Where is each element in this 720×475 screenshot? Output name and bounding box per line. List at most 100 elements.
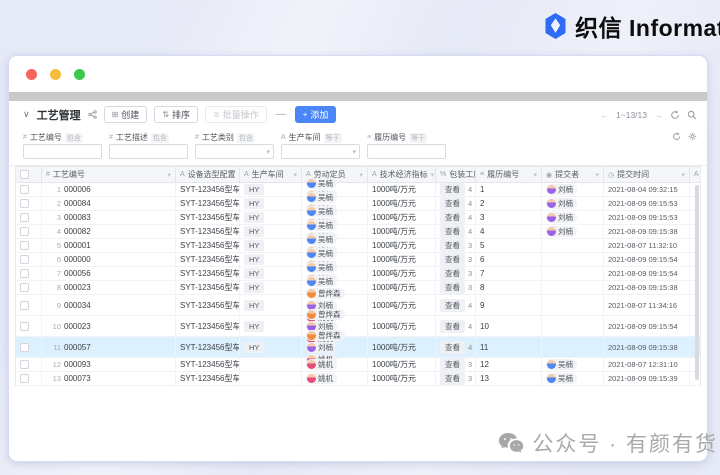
submitter-cell bbox=[542, 337, 604, 357]
column-header-技术经济指标[interactable]: A 技术经济指标 ▾ bbox=[368, 167, 436, 182]
table-row[interactable]: 11000057SYT-123456型车床HY曾烨森刘楠姚机1000吨/万元查看… bbox=[16, 329, 700, 365]
view-button[interactable]: 查看 bbox=[440, 267, 465, 280]
indicator-cell: 1000吨/万元 bbox=[368, 211, 436, 224]
table-row[interactable]: 1000006SYT-123456型车床HY吴楠姚机1000吨/万元查看41刘楠… bbox=[16, 178, 700, 201]
member-name: 吴楠 bbox=[318, 193, 333, 202]
column-header-label: 提交者 bbox=[555, 170, 580, 179]
column-header-提交者[interactable]: ◉ 提交者 ▾ bbox=[542, 167, 604, 182]
select-all-checkbox[interactable] bbox=[20, 170, 29, 179]
chevron-down-icon[interactable]: ▾ bbox=[431, 171, 435, 179]
chevron-down-icon[interactable]: ▾ bbox=[533, 171, 537, 179]
column-header-工艺编号[interactable]: # 工艺编号 ▾ bbox=[42, 167, 176, 182]
column-header-包装工序[interactable]: %包装工序▾ bbox=[436, 167, 476, 182]
view-count: 3 bbox=[468, 283, 473, 292]
view-button[interactable]: 查看 bbox=[440, 197, 465, 210]
view-button[interactable]: 查看 bbox=[440, 319, 465, 333]
table-row[interactable]: 13000073SYT-123456型车床姚机1000吨/万元查看313吴楠20… bbox=[16, 372, 700, 386]
submitter-cell bbox=[542, 267, 604, 280]
view-button[interactable]: 查看 bbox=[440, 298, 465, 312]
row-checkbox[interactable] bbox=[20, 300, 29, 310]
prev-page-arrow-icon[interactable]: ← bbox=[600, 110, 609, 120]
row-checkbox[interactable] bbox=[20, 321, 29, 331]
view-button[interactable]: 查看 bbox=[440, 183, 465, 196]
row-checkbox[interactable] bbox=[20, 185, 29, 194]
column-header-提交时间[interactable]: ◷ 提交时间 ▾ bbox=[604, 167, 690, 182]
view-button[interactable]: 查看 bbox=[440, 239, 465, 252]
row-checkbox[interactable] bbox=[20, 360, 29, 369]
view-button[interactable]: 查看 bbox=[440, 340, 465, 354]
minimize-window-button[interactable] bbox=[50, 68, 61, 80]
sort-arrows-icon: ⇅ bbox=[162, 110, 170, 119]
maximize-window-button[interactable] bbox=[74, 68, 85, 80]
submit-time-cell: 2021-08-09 09:15:39 bbox=[604, 372, 690, 385]
row-checkbox[interactable] bbox=[20, 255, 29, 264]
table-row[interactable]: 8000023SYT-123456型车床HY吴楠姚机1000吨/万元查看3820… bbox=[16, 276, 700, 299]
row-checkbox[interactable] bbox=[20, 283, 29, 292]
view-button[interactable]: 查看 bbox=[440, 225, 465, 238]
member-chip: 刘楠 bbox=[546, 226, 577, 237]
batch-actions-button[interactable]: ≣ 批量操作 bbox=[205, 106, 267, 123]
table-row[interactable]: 4000082SYT-123456型车床HY吴楠姚机1000吨/万元查看44刘楠… bbox=[16, 220, 700, 243]
close-window-button[interactable] bbox=[26, 68, 37, 80]
settings-gear-icon[interactable] bbox=[688, 132, 697, 141]
search-icon[interactable] bbox=[687, 110, 697, 120]
next-page-arrow-icon[interactable]: → bbox=[654, 110, 663, 120]
row-checkbox[interactable] bbox=[20, 199, 29, 208]
view-button[interactable]: 查看 bbox=[440, 358, 465, 371]
chevron-down-icon[interactable]: ▾ bbox=[359, 171, 363, 179]
view-button[interactable]: 查看 bbox=[440, 281, 465, 294]
filter-select[interactable]: ▾ bbox=[281, 144, 360, 159]
row-checkbox[interactable] bbox=[20, 342, 29, 352]
submitter-cell: 刘楠 bbox=[542, 197, 604, 210]
brand-gem-icon bbox=[543, 12, 568, 40]
row-checkbox[interactable] bbox=[20, 374, 29, 383]
sort-button-label: 排序 bbox=[172, 110, 191, 120]
create-button[interactable]: ⊞ 创建 bbox=[103, 106, 148, 123]
filter-select[interactable]: ▾ bbox=[195, 144, 274, 159]
table-row[interactable]: 3000083SYT-123456型车床HY吴楠姚机1000吨/万元查看43刘楠… bbox=[16, 206, 700, 229]
table-row[interactable]: 10000023SYT-123456型车床HY曾烨森刘楠姚机1000吨/万元查看… bbox=[16, 308, 700, 344]
column-header-履历编号[interactable]: ≡ 履历编号 ▾ bbox=[476, 167, 542, 182]
column-header-设备选型配置[interactable]: A设备选型配置▾ bbox=[176, 167, 240, 182]
table-row[interactable]: 5000001SYT-123456型车床HY吴楠姚机1000吨/万元查看3520… bbox=[16, 234, 700, 257]
member-name: 曾烨森 bbox=[318, 330, 341, 340]
filter-refresh-icon[interactable] bbox=[672, 132, 681, 141]
column-header-生产车间[interactable]: A 生产车间 ▾ bbox=[240, 167, 302, 182]
table-row[interactable]: 9000034SYT-123456型车床HY曾烨森刘楠姚机1000吨/万元查看4… bbox=[16, 287, 700, 323]
row-checkbox[interactable] bbox=[20, 213, 29, 222]
chevron-down-icon[interactable]: ▾ bbox=[293, 171, 297, 179]
submitter-cell bbox=[542, 295, 604, 315]
field-type-icon: A bbox=[281, 134, 286, 141]
collapse-caret-icon[interactable]: ∨ bbox=[23, 109, 30, 120]
record-no-cell: 1 bbox=[476, 183, 542, 196]
submit-time-cell: 2021-08-07 11:34:16 bbox=[604, 295, 690, 315]
table-row[interactable]: 2000084SYT-123456型车床HY吴楠姚机1000吨/万元查看42刘楠… bbox=[16, 192, 700, 215]
table-row[interactable]: 7000056SYT-123456型车床HY吴楠姚机1000吨/万元查看3720… bbox=[16, 262, 700, 285]
share-icon[interactable] bbox=[87, 110, 97, 119]
table-row[interactable]: 6000000SYT-123456型车床HY吴楠姚机1000吨/万元查看3620… bbox=[16, 248, 700, 271]
vertical-scrollbar[interactable] bbox=[695, 185, 699, 380]
workshop-tag: HY bbox=[244, 320, 265, 332]
window-titlebar bbox=[9, 56, 707, 92]
row-checkbox-cell bbox=[16, 337, 42, 357]
refresh-icon[interactable] bbox=[670, 110, 680, 120]
view-button[interactable]: 查看 bbox=[440, 372, 465, 385]
sort-button[interactable]: ⇅ 排序 bbox=[154, 106, 199, 123]
filter-input[interactable] bbox=[109, 144, 188, 159]
filter-input[interactable] bbox=[23, 144, 102, 159]
chevron-down-icon[interactable]: ▾ bbox=[681, 171, 685, 179]
device-config-cell: SYT-123456型车床 bbox=[176, 211, 240, 224]
filter-input[interactable] bbox=[367, 144, 446, 159]
table-row[interactable]: 12000093SYT-123456型车床姚机1000吨/万元查看312吴楠20… bbox=[16, 358, 700, 372]
workshop-tag: HY bbox=[244, 212, 265, 223]
view-button[interactable]: 查看 bbox=[440, 211, 465, 224]
row-checkbox[interactable] bbox=[20, 227, 29, 236]
row-checkbox[interactable] bbox=[20, 241, 29, 250]
row-checkbox[interactable] bbox=[20, 269, 29, 278]
chevron-down-icon[interactable]: ▾ bbox=[595, 171, 599, 179]
chevron-down-icon[interactable]: ▾ bbox=[167, 171, 171, 179]
view-button[interactable]: 查看 bbox=[440, 253, 465, 266]
column-header-备注[interactable]: A备注▾ bbox=[690, 167, 700, 182]
add-button[interactable]: + 添加 bbox=[294, 106, 337, 123]
member-chip: 吴楠 bbox=[546, 359, 577, 370]
